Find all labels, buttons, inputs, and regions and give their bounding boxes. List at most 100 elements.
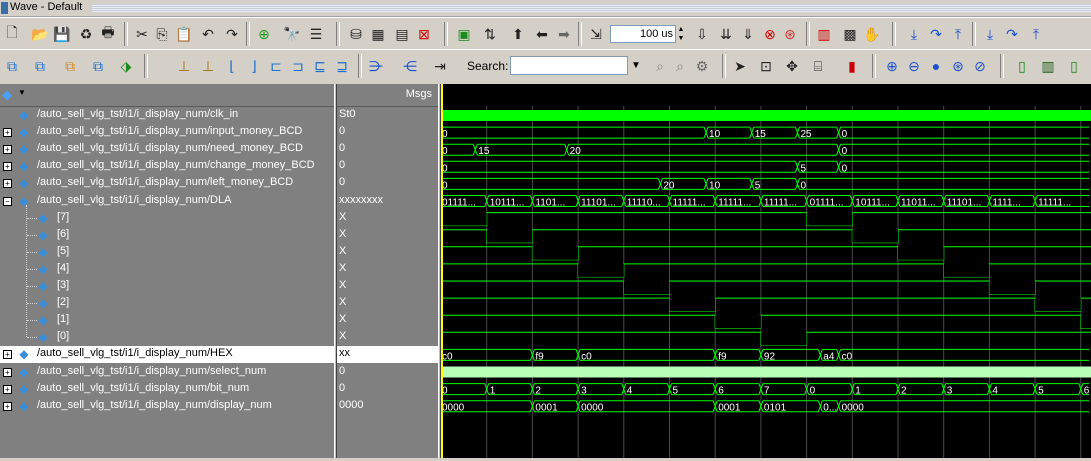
run-all-icon[interactable]: ⇓ [738, 24, 758, 44]
collapse-icon[interactable]: − [3, 196, 12, 206]
expand-icon[interactable]: + [3, 384, 12, 394]
run-length-input[interactable]: 100 us [610, 25, 676, 43]
expand-time-icon[interactable]: ⋺ [366, 56, 386, 76]
insert-divider-icon[interactable]: ⧉ [30, 56, 50, 76]
list-window-icon[interactable]: ▯ [1064, 56, 1084, 76]
wave-compare-icon[interactable]: ▮ [842, 56, 862, 76]
copy-icon[interactable]: ⎘ [152, 24, 172, 44]
find-options-icon[interactable]: ⚙ [692, 56, 712, 76]
zoom-out-icon[interactable]: ⊖ [904, 56, 924, 76]
run-icon[interactable]: ⇩ [692, 24, 712, 44]
signal-row[interactable]: ◆ /auto_sell_vlg_tst/i1/i_display_num/clk… [0, 107, 334, 124]
chevron-down-icon[interactable]: ▼ [18, 88, 26, 97]
collapse-time-icon[interactable]: ⋲ [400, 56, 420, 76]
next-edge-icon[interactable]: ⌋ [244, 56, 264, 76]
find-next-icon[interactable]: ⌕ [670, 56, 690, 76]
zoom-last-icon[interactable]: ⊘ [970, 56, 990, 76]
search-input[interactable] [510, 56, 628, 75]
zoom-mode-icon[interactable]: ⊡ [756, 56, 776, 76]
expand-icon[interactable]: + [3, 179, 12, 189]
expand-icon[interactable]: + [3, 401, 12, 411]
zoom-cursor-icon[interactable]: ⊛ [948, 56, 968, 76]
signal-row[interactable]: ◆ [5] [0, 244, 334, 261]
signal-row[interactable]: + ◆ /auto_sell_vlg_tst/i1/i_display_num/ch… [0, 158, 334, 175]
signal-row[interactable]: ◆ [7] [0, 210, 334, 227]
step-into-icon[interactable]: ⤓ [904, 24, 924, 44]
time-cursor[interactable] [441, 84, 443, 458]
find-prev-icon[interactable]: ⌕ [650, 56, 670, 76]
step-out-icon[interactable]: ⤒ [948, 24, 968, 44]
waveform-pane[interactable]: 0 10 15 25 0 0 15 20 0 0 5 0 0 20 10 5 0 01111... 10111...… [441, 84, 1091, 458]
signal-row[interactable]: + ◆ /auto_sell_vlg_tst/i1/i_display_num/se… [0, 364, 334, 381]
hand-icon[interactable]: ✋ [862, 24, 882, 44]
forward-arrow-icon[interactable]: ➡ [554, 24, 574, 44]
run-length-spinner[interactable]: ▲ ▼ [676, 25, 686, 43]
group-icon[interactable]: ▣ [454, 24, 474, 44]
signal-row[interactable]: ◆ [3] [0, 278, 334, 295]
compile-icon[interactable]: ⛁ [346, 24, 366, 44]
up-arrow-icon[interactable]: ⬆ [508, 24, 528, 44]
next-rise-icon[interactable]: ⊒ [332, 56, 352, 76]
combine-icon[interactable]: ⧉ [88, 56, 108, 76]
signal-row[interactable]: ◆ [0] [0, 329, 334, 346]
signal-row[interactable]: + ◆ /auto_sell_vlg_tst/i1/i_display_num/bi… [0, 381, 334, 398]
signal-row[interactable]: ◆ [6] [0, 227, 334, 244]
signal-row[interactable]: ◆ [4] [0, 261, 334, 278]
signal-row[interactable]: − ◆ /auto_sell_vlg_tst/i1/i_display_num/DL… [0, 193, 334, 210]
export-icon[interactable]: ⬗ [116, 56, 136, 76]
cursor-remove-icon[interactable]: ⊥ [198, 56, 218, 76]
paste-icon[interactable]: 📋 [174, 24, 194, 44]
step-into-all-icon[interactable]: ⤓ [980, 24, 1000, 44]
zoom-in-icon[interactable]: ⊕ [882, 56, 902, 76]
delta-icon[interactable]: ⇥ [430, 56, 450, 76]
open-folder-icon[interactable]: 📂 [30, 24, 50, 44]
wave-step-icon[interactable]: ⇅ [480, 24, 500, 44]
edit-mode-icon[interactable]: ⌸ [808, 56, 828, 76]
cursor-add-icon[interactable]: ⊥ [174, 56, 194, 76]
wave-window-icon[interactable]: ▯ [1012, 56, 1032, 76]
signal-row[interactable]: + ◆ /auto_sell_vlg_tst/i1/i_display_num/le… [0, 175, 334, 192]
signal-row[interactable]: + ◆ /auto_sell_vlg_tst/i1/i_display_num/ne… [0, 141, 334, 158]
search-dropdown-icon[interactable]: ▼ [627, 56, 645, 75]
signal-row[interactable]: + ◆ /auto_sell_vlg_tst/i1/i_display_num/di… [0, 398, 334, 415]
dataflow-icon[interactable]: ▥ [1038, 56, 1058, 76]
prev-fall-icon[interactable]: ⊏ [266, 56, 286, 76]
signal-row[interactable]: + ◆ /auto_sell_vlg_tst/i1/i_display_num/HE… [0, 346, 334, 364]
select-mode-icon[interactable]: ➤ [730, 56, 750, 76]
step-over-icon[interactable]: ↷ [926, 24, 946, 44]
expand-icon[interactable]: + [3, 128, 12, 138]
break-run-icon[interactable]: ⊗ [760, 24, 780, 44]
signal-row[interactable]: ◆ [1] [0, 312, 334, 329]
signal-row[interactable]: ◆ [2] [0, 295, 334, 312]
new-file-icon[interactable]: 🗋 [2, 24, 22, 44]
signal-row[interactable]: + ◆ /auto_sell_vlg_tst/i1/i_display_num/in… [0, 124, 334, 141]
prev-edge-icon[interactable]: ⌊ [222, 56, 242, 76]
compile-all-icon[interactable]: ▦ [368, 24, 388, 44]
group-icon[interactable]: ⧉ [60, 56, 80, 76]
step-over-all-icon[interactable]: ↷ [1002, 24, 1022, 44]
zoom-full-icon[interactable]: ● [926, 56, 946, 76]
next-fall-icon[interactable]: ⊐ [288, 56, 308, 76]
continue-icon[interactable]: ⇊ [716, 24, 736, 44]
stop-icon[interactable]: ▥ [814, 24, 834, 44]
save-icon[interactable]: 💾 [52, 24, 72, 44]
break-icon[interactable]: ⊠ [414, 24, 434, 44]
step-icon[interactable]: ▩ [840, 24, 860, 44]
insert-icon[interactable]: ⧉ [2, 56, 22, 76]
cut-icon[interactable]: ✂ [132, 24, 152, 44]
redo-icon[interactable]: ↷ [222, 24, 242, 44]
restart-icon[interactable]: ⊛ [780, 24, 800, 44]
add-wave-icon[interactable]: ⊕ [254, 24, 274, 44]
reload-icon[interactable]: ♻ [76, 24, 96, 44]
expand-icon[interactable]: + [3, 145, 12, 155]
undo-icon[interactable]: ↶ [198, 24, 218, 44]
back-arrow-icon[interactable]: ⬅ [532, 24, 552, 44]
step-out-all-icon[interactable]: ⤒ [1026, 24, 1046, 44]
prev-rise-icon[interactable]: ⊑ [310, 56, 330, 76]
expand-icon[interactable]: + [3, 367, 12, 377]
expand-icon[interactable]: + [3, 350, 12, 360]
find-icon[interactable]: 🔭 [282, 24, 302, 44]
simulate-icon[interactable]: ▤ [392, 24, 412, 44]
run-length-icon[interactable]: ⇲ [586, 24, 606, 44]
pan-mode-icon[interactable]: ✥ [782, 56, 802, 76]
